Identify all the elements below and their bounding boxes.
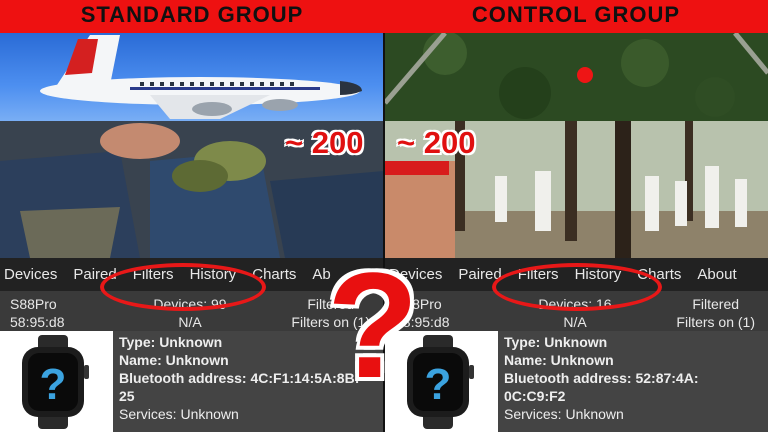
control-count-label: ~ 200 xyxy=(397,125,476,160)
control-group-panel: ~ 200 Devices Paired Filters History Cha… xyxy=(385,33,768,432)
device-info: Type: Unknown Name: Unknown Bluetooth ad… xyxy=(498,331,768,432)
control-count-highlight xyxy=(492,263,662,311)
park-crowd-photo: ~ 200 xyxy=(385,121,768,258)
filter-status[interactable]: Filtered Filters on (1) xyxy=(676,295,755,331)
filtered-label: Filtered xyxy=(692,296,740,312)
bluetooth-address-line2: 0C:C9:F2 xyxy=(504,388,566,404)
standard-count-label: ~ 200 xyxy=(285,125,364,160)
title-banner: STANDARD GROUP CONTROL GROUP xyxy=(0,0,768,33)
smartwatch-icon: ? xyxy=(0,331,113,432)
device-name-detail: Name: Unknown xyxy=(504,352,614,368)
question-mark-overlay: ? xyxy=(327,241,419,409)
watch-question-glyph: ? xyxy=(40,360,67,409)
device-services: Services: Unknown xyxy=(504,406,624,422)
device-detail-card[interactable]: ? Type: Unknown Name: Unknown Bluetooth … xyxy=(385,331,768,432)
watch-question-glyph: ? xyxy=(425,360,452,409)
airplane-photo xyxy=(0,33,384,121)
control-group-title: CONTROL GROUP xyxy=(471,2,681,27)
airplane-cabin-photo: ~ 200 xyxy=(0,121,384,258)
tab-about[interactable]: About xyxy=(689,266,744,283)
filters-on-label: Filters on (1) xyxy=(676,314,755,330)
aerial-map-photo xyxy=(385,33,768,121)
selected-device[interactable]: S88Pro 58:95:d8 xyxy=(10,295,65,331)
standard-count-highlight xyxy=(100,263,266,311)
tab-devices[interactable]: Devices xyxy=(0,266,65,283)
device-mac: 58:95:d8 xyxy=(10,314,65,330)
devices-count-sub: N/A xyxy=(178,314,202,330)
bluetooth-address-line1: Bluetooth address: 52:87:4A: xyxy=(504,370,699,386)
devices-count-sub: N/A xyxy=(563,314,587,330)
device-name: S88Pro xyxy=(10,296,57,312)
device-type: Type: Unknown xyxy=(504,334,608,350)
standard-group-title: STANDARD GROUP xyxy=(80,2,304,27)
